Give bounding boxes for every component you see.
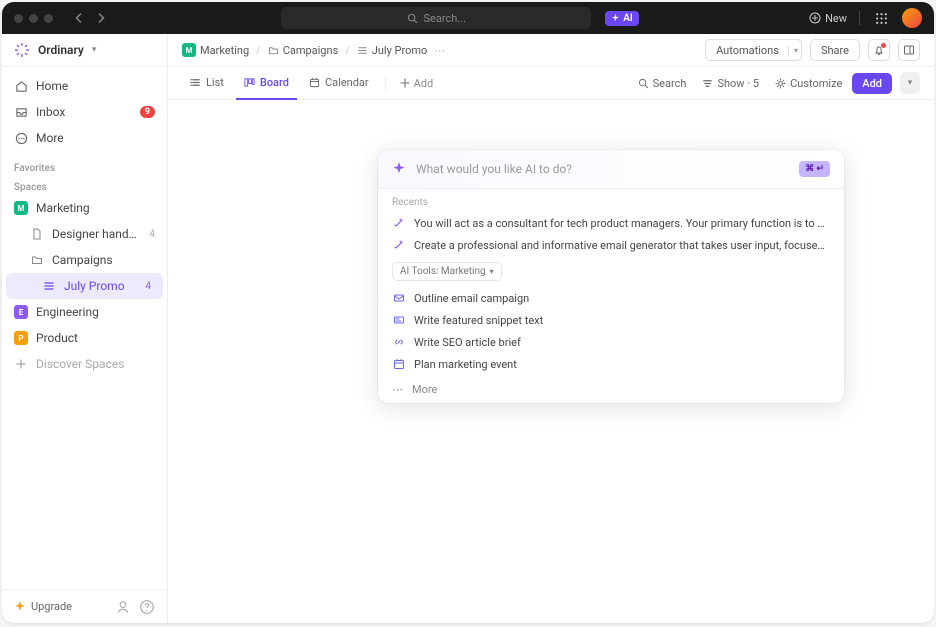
chevron-down-icon: ▾ (92, 45, 97, 55)
sidebar-item-campaigns[interactable]: Campaigns (2, 247, 167, 273)
workspace-logo-icon (14, 42, 30, 58)
calendar-icon (309, 77, 320, 88)
plus-icon (400, 78, 410, 88)
apps-icon[interactable] (872, 9, 890, 27)
chevron-down-icon: ▾ (490, 267, 494, 276)
add-task-dropdown[interactable]: ▾ (900, 72, 920, 94)
add-task-button[interactable]: Add (852, 73, 892, 94)
view-customize-button[interactable]: Customize (769, 77, 848, 90)
ai-recent-item[interactable]: Create a professional and informative em… (378, 234, 844, 256)
inbox-icon (14, 105, 28, 119)
sidebar-item-designer-handbook[interactable]: Designer handbook 4 (2, 221, 167, 247)
sidebar-item-july-promo[interactable]: July Promo 4 (6, 273, 163, 299)
list-icon (190, 77, 201, 88)
sidebar-space-engineering[interactable]: E Engineering (2, 299, 167, 325)
upgrade-button[interactable]: Upgrade (14, 600, 107, 613)
add-view-button[interactable]: Add (394, 77, 440, 90)
list-icon (357, 45, 368, 56)
ai-tools-filter[interactable]: AI Tools: Marketing ▾ (392, 262, 502, 281)
help-icon[interactable] (139, 599, 155, 615)
space-icon: M (14, 201, 28, 215)
ai-tool-item[interactable]: Outline email campaign (378, 287, 844, 309)
view-tab-calendar[interactable]: Calendar (301, 67, 377, 100)
breadcrumb-more[interactable]: ⋯ (434, 44, 445, 57)
workspace-name: Ordinary (38, 43, 84, 57)
automations-button[interactable]: Automations ▾ (705, 39, 802, 61)
panel-icon (903, 44, 915, 56)
home-icon (14, 79, 28, 93)
breadcrumb-folder[interactable]: Campaigns (268, 44, 339, 57)
ai-chip[interactable]: AI (605, 11, 639, 26)
inbox-badge: 9 (140, 106, 155, 118)
user-avatar[interactable] (902, 8, 922, 28)
keyboard-shortcut-badge: ⌘ ↵ (799, 161, 830, 177)
breadcrumb-list[interactable]: July Promo (357, 44, 428, 57)
sidebar-item-more[interactable]: More (2, 125, 167, 151)
user-icon[interactable] (115, 599, 131, 615)
share-button[interactable]: Share (810, 39, 860, 61)
sidebar-item-inbox[interactable]: Inbox 9 (2, 99, 167, 125)
ai-more-button[interactable]: ⋯ More (378, 375, 844, 403)
chevron-down-icon: ▾ (788, 46, 798, 55)
view-show-button[interactable]: Show · 5 (696, 77, 765, 90)
view-search-button[interactable]: Search (632, 77, 693, 90)
space-chip-icon: M (182, 43, 196, 57)
workspace-switcher[interactable]: Ordinary ▾ (2, 34, 167, 67)
sidebar-space-product[interactable]: P Product (2, 325, 167, 351)
new-button[interactable]: New (809, 12, 847, 25)
document-icon (30, 227, 44, 241)
sidebar-item-home[interactable]: Home (2, 73, 167, 99)
sparkle-icon (14, 601, 26, 613)
folder-icon (268, 45, 279, 56)
breadcrumb: M Marketing / Campaigns / July Promo ⋯ (182, 43, 445, 57)
global-search[interactable]: Search... (281, 7, 591, 29)
view-tab-board[interactable]: Board (236, 67, 297, 100)
ai-prompt-input[interactable] (416, 162, 789, 176)
titlebar: Search... AI New (2, 2, 934, 34)
view-tab-list[interactable]: List (182, 67, 232, 100)
mail-icon (392, 291, 406, 305)
sparkle-icon (392, 162, 406, 176)
breadcrumb-space[interactable]: M Marketing (182, 43, 249, 57)
calendar-icon (392, 357, 406, 371)
ai-tool-item[interactable]: Plan marketing event (378, 353, 844, 375)
board-icon (244, 77, 255, 88)
sidebar-space-marketing[interactable]: M Marketing (2, 195, 167, 221)
space-icon: P (14, 331, 28, 345)
gear-icon (775, 78, 786, 89)
notifications-button[interactable] (868, 39, 890, 61)
folder-icon (30, 253, 44, 267)
plus-icon (14, 357, 28, 371)
dots-icon: ⋯ (392, 383, 404, 396)
filter-icon (702, 78, 713, 89)
favorites-label: Favorites (2, 157, 167, 176)
traffic-lights (14, 14, 53, 23)
plus-circle-icon (809, 12, 821, 24)
space-icon: E (14, 305, 28, 319)
more-icon (14, 131, 28, 145)
sidebar-discover-spaces[interactable]: Discover Spaces (2, 351, 167, 377)
nav-forward-button[interactable] (91, 8, 111, 28)
nav-back-button[interactable] (69, 8, 89, 28)
recents-label: Recents (378, 189, 844, 212)
search-icon (407, 13, 418, 24)
ai-recent-item[interactable]: You will act as a consultant for tech pr… (378, 212, 844, 234)
snippet-icon (392, 313, 406, 327)
ai-tool-item[interactable]: Write SEO article brief (378, 331, 844, 353)
wand-icon (392, 238, 406, 252)
wand-icon (392, 216, 406, 230)
ai-command-panel: ⌘ ↵ Recents You will act as a consultant… (378, 150, 844, 403)
search-placeholder: Search... (424, 12, 467, 25)
panel-toggle-button[interactable] (898, 39, 920, 61)
sidebar: Ordinary ▾ Home Inbox 9 More Favorit (2, 34, 168, 623)
ai-tool-item[interactable]: Write featured snippet text (378, 309, 844, 331)
list-icon (42, 279, 56, 293)
sparkle-icon (611, 14, 620, 23)
link-icon (392, 335, 406, 349)
spaces-label: Spaces (2, 176, 167, 195)
search-icon (638, 78, 649, 89)
